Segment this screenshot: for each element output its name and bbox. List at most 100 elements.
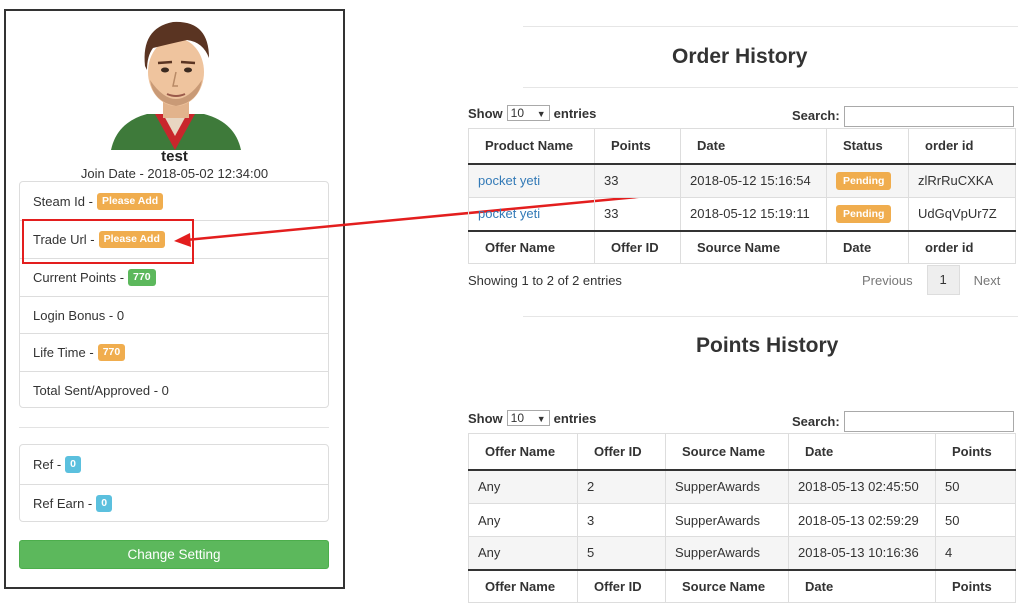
change-setting-button[interactable]: Change Setting (19, 540, 329, 569)
col-points[interactable]: Points (935, 433, 1016, 471)
chevron-down-icon: ▼ (536, 109, 546, 119)
order-title-divider (523, 87, 1018, 88)
table-cell: SupperAwards (665, 536, 789, 570)
referral-list: Ref - 0 Ref Earn - 0 (19, 444, 329, 522)
points-search-label: Search: (792, 414, 840, 429)
col-product-name[interactable]: Product Name (468, 128, 595, 165)
list-item-total-sent: Total Sent/Approved - 0 (20, 371, 328, 408)
table-cell: 5 (577, 536, 666, 570)
order-history-table: Product Name Points Date Status order id… (468, 128, 1016, 264)
table-cell: 2018-05-12 15:16:54 (680, 163, 827, 198)
order-show-entries: Show 10 ▼ entries (468, 105, 596, 121)
list-item-ref: Ref - 0 (20, 445, 328, 484)
table-cell: 50 (935, 469, 1016, 504)
points-show-label: Show (468, 410, 503, 426)
table-cell: SupperAwards (665, 469, 789, 504)
profile-panel: test Join Date - 2018-05-02 12:34:00 Ste… (4, 9, 345, 589)
col-status[interactable]: Status (826, 128, 909, 165)
steam-id-label: Steam Id - (33, 193, 93, 209)
life-time-label: Life Time - (33, 345, 94, 360)
foot-offer-name: Offer Name (468, 229, 595, 264)
table-row: pocket yeti 33 2018-05-12 15:16:54 Pendi… (468, 163, 1016, 198)
current-points-badge: 770 (128, 269, 156, 286)
col-date[interactable]: Date (680, 128, 827, 165)
table-cell: UdGqVpUr7Z (908, 197, 1016, 231)
points-page-size-select[interactable]: 10 ▼ (506, 410, 550, 426)
table-row: pocket yeti 33 2018-05-12 15:19:11 Pendi… (468, 197, 1016, 231)
table-cell: Any (468, 536, 578, 570)
pagination-page-1[interactable]: 1 (926, 265, 960, 295)
product-link[interactable]: pocket yeti (478, 206, 540, 221)
life-time-badge: 770 (97, 344, 126, 361)
points-history-table: Offer Name Offer ID Source Name Date Poi… (468, 433, 1016, 603)
status-badge: Pending (836, 171, 892, 190)
table-cell: Any (468, 469, 578, 504)
table-cell: Any (468, 503, 578, 537)
foot-order-id: order id (908, 229, 1016, 264)
order-search-label: Search: (792, 108, 840, 123)
list-item-login-bonus: Login Bonus - 0 (20, 296, 328, 333)
foot-offer-name: Offer Name (468, 568, 578, 603)
chevron-down-icon: ▼ (536, 414, 546, 424)
table-row: Any 2 SupperAwards 2018-05-13 02:45:50 5… (468, 469, 1016, 504)
list-item-ref-earn: Ref Earn - 0 (20, 484, 328, 522)
steam-id-add-badge[interactable]: Please Add (96, 192, 164, 210)
points-search-input[interactable] (844, 411, 1014, 432)
table-cell: 3 (577, 503, 666, 537)
divider (19, 427, 329, 428)
profile-stats-list: Steam Id - Please Add Trade Url - Please… (19, 181, 329, 408)
list-item-steam-id: Steam Id - Please Add (20, 182, 328, 220)
annotation-highlight-box (22, 219, 194, 264)
join-date: Join Date - 2018-05-02 12:34:00 (80, 166, 269, 181)
table-cell: 33 (594, 197, 681, 231)
username: test (161, 148, 188, 165)
points-show-entries: Show 10 ▼ entries (468, 410, 596, 426)
order-pagination: Previous 1 Next (862, 265, 1000, 295)
order-table-info: Showing 1 to 2 of 2 entries (468, 273, 622, 288)
col-source-name[interactable]: Source Name (665, 433, 789, 471)
ref-badge: 0 (65, 456, 82, 473)
col-points[interactable]: Points (594, 128, 681, 165)
total-sent-label: Total Sent/Approved - 0 (33, 382, 169, 398)
user-avatar (111, 21, 241, 150)
table-cell: 2018-05-13 10:16:36 (788, 536, 936, 570)
col-offer-name[interactable]: Offer Name (468, 433, 578, 471)
table-cell: 2 (577, 469, 666, 504)
foot-source-name: Source Name (680, 229, 827, 264)
order-page-size-select[interactable]: 10 ▼ (506, 105, 550, 121)
col-offer-id[interactable]: Offer ID (577, 433, 666, 471)
foot-points: Points (935, 568, 1016, 603)
ref-label: Ref - (33, 457, 62, 472)
table-cell: 4 (935, 536, 1016, 570)
current-points-label: Current Points - (33, 270, 125, 285)
table-cell: 2018-05-12 15:19:11 (680, 197, 827, 231)
foot-date: Date (826, 229, 909, 264)
login-bonus-label: Login Bonus - 0 (33, 307, 125, 323)
pagination-previous[interactable]: Previous (862, 273, 913, 288)
status-badge: Pending (836, 204, 892, 223)
table-cell: 33 (594, 163, 681, 198)
product-link[interactable]: pocket yeti (478, 173, 540, 188)
points-history-title: Points History (696, 334, 839, 357)
ref-earn-label: Ref Earn - (33, 496, 93, 511)
order-show-label: Show (468, 105, 503, 121)
table-cell: 50 (935, 503, 1016, 537)
points-entries-label: entries (553, 410, 597, 426)
list-item-life-time: Life Time - 770 (20, 333, 328, 371)
table-row: Any 5 SupperAwards 2018-05-13 10:16:36 4 (468, 536, 1016, 570)
table-cell: 2018-05-13 02:59:29 (788, 503, 936, 537)
foot-offer-id: Offer ID (594, 229, 681, 264)
foot-source-name: Source Name (665, 568, 789, 603)
order-search-input[interactable] (844, 106, 1014, 127)
table-cell: SupperAwards (665, 503, 789, 537)
table-cell: zlRrRuCXKA (908, 163, 1016, 198)
top-divider (523, 26, 1018, 27)
col-date[interactable]: Date (788, 433, 936, 471)
pagination-next[interactable]: Next (974, 273, 1001, 288)
order-history-title: Order History (672, 45, 808, 68)
foot-date: Date (788, 568, 936, 603)
order-entries-label: entries (553, 105, 597, 121)
points-divider (523, 316, 1018, 317)
table-cell: 2018-05-13 02:45:50 (788, 469, 936, 504)
col-order-id[interactable]: order id (908, 128, 1016, 165)
